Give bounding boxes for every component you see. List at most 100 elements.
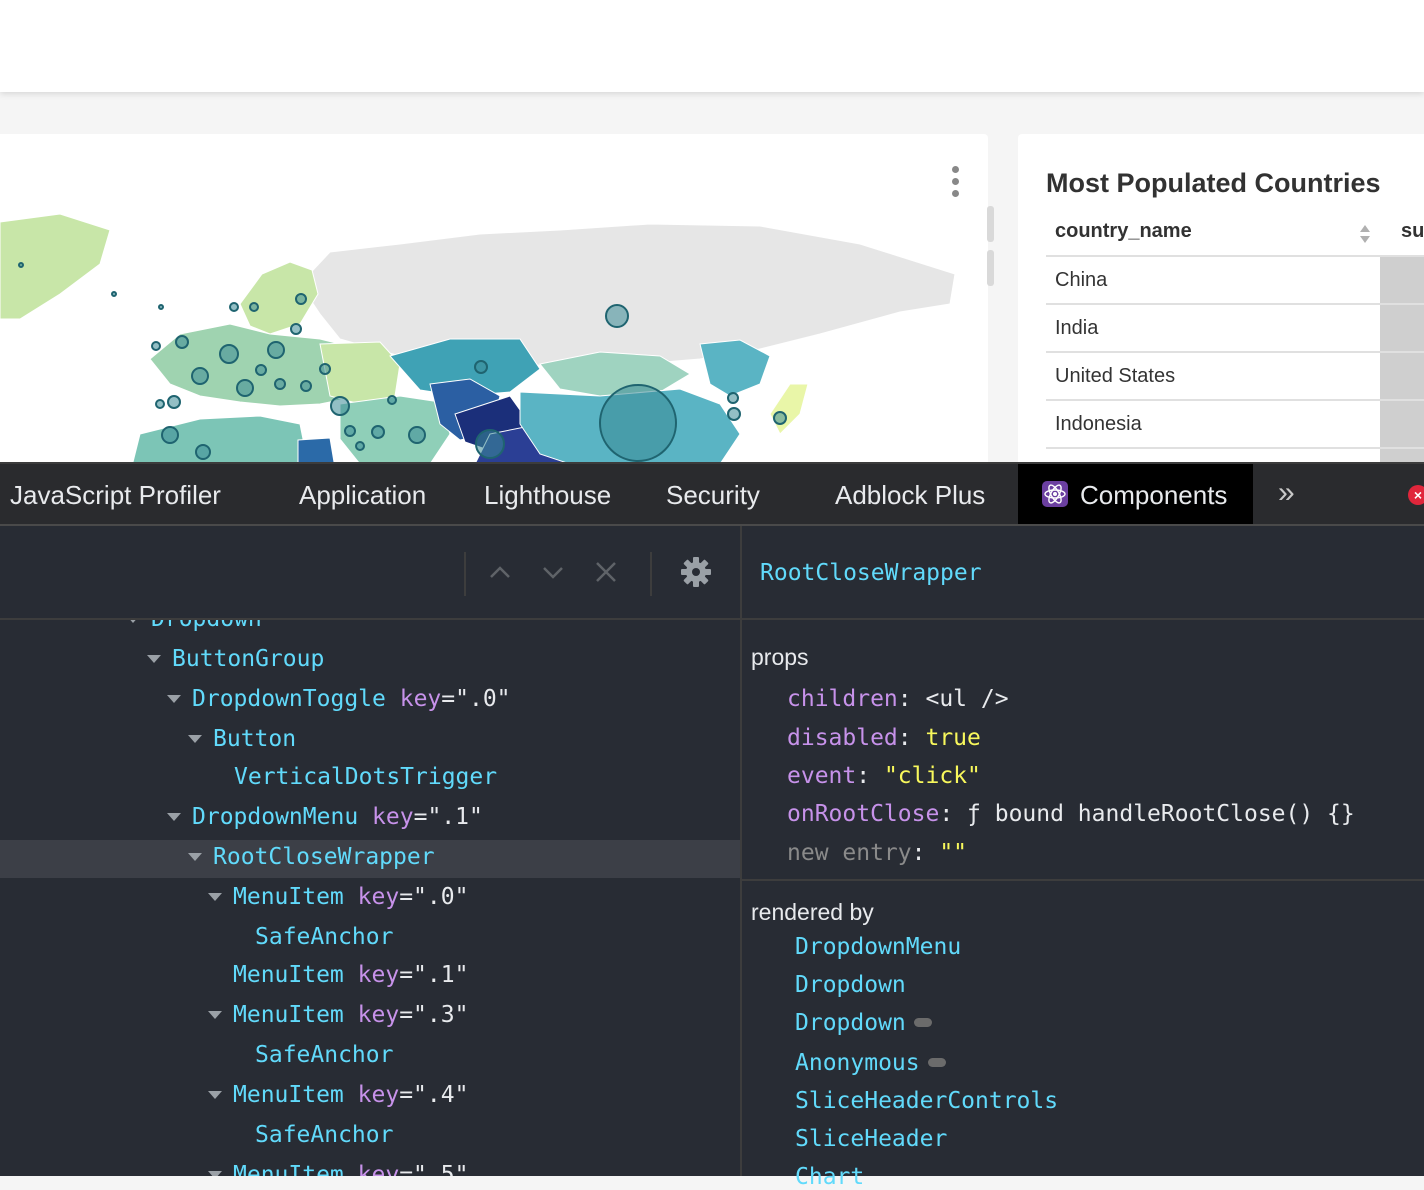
owner-link[interactable]: SliceHeader — [795, 1126, 947, 1152]
tree-node[interactable]: MenuItem key=".3" — [0, 998, 740, 1036]
resize-handle[interactable] — [987, 250, 994, 286]
close-icon[interactable] — [594, 560, 618, 584]
map-bubble — [295, 293, 307, 305]
section-divider — [742, 879, 1424, 881]
map-bubble — [175, 335, 189, 349]
map-bubble — [267, 341, 285, 359]
tree-node[interactable]: SafeAnchor — [0, 1118, 740, 1156]
map-bubble — [371, 425, 385, 439]
map-region-north-america — [0, 213, 111, 320]
tab-application[interactable]: Application — [299, 480, 426, 511]
selected-component-name: RootCloseWrapper — [760, 560, 982, 586]
column-header-country-name[interactable]: country_name — [1055, 220, 1192, 243]
prop-row[interactable]: event: "click" — [787, 763, 981, 789]
tab-javascript-profiler[interactable]: JavaScript Profiler — [10, 480, 221, 511]
owner-link[interactable]: DropdownMenu — [795, 934, 961, 960]
component-name: MenuItem key=".4" — [233, 1082, 469, 1108]
component-name: Button — [213, 726, 297, 752]
new-prop-row[interactable]: new entry: "" — [787, 840, 967, 866]
tree-node[interactable]: MenuItem key=".5" — [0, 1158, 740, 1176]
hoc-badge — [927, 1058, 946, 1067]
table-title: Most Populated Countries — [1046, 168, 1381, 198]
value-cell — [1380, 353, 1424, 399]
map-bubble — [474, 360, 488, 374]
expand-arrow-icon[interactable] — [167, 813, 181, 821]
prop-value[interactable]: true — [925, 725, 980, 751]
rendered-by-label: rendered by — [751, 899, 874, 925]
tree-node[interactable]: Button — [0, 722, 740, 760]
map-bubble — [219, 344, 239, 364]
prop-row[interactable]: onRootClose: ƒ bound handleRootClose() {… — [787, 801, 1355, 827]
devtools-tab-bar: JavaScript Profiler Application Lighthou… — [0, 464, 1424, 526]
chart-menu-icon[interactable] — [950, 166, 962, 198]
app-header — [0, 0, 1424, 92]
expand-arrow-icon[interactable] — [126, 620, 140, 623]
map-bubble — [355, 441, 365, 451]
column-header-sum[interactable]: su — [1401, 220, 1424, 243]
map-region-japan — [769, 383, 809, 435]
component-name: SafeAnchor — [255, 1122, 394, 1148]
sort-icon[interactable] — [1358, 224, 1372, 244]
map-bubble — [111, 291, 117, 297]
tree-node[interactable]: SafeAnchor — [0, 920, 740, 958]
map-bubble — [475, 429, 505, 459]
props-label: props — [751, 644, 809, 670]
country-cell: Indonesia — [1055, 413, 1142, 435]
expand-arrow-icon[interactable] — [208, 1011, 222, 1019]
expand-arrow-icon[interactable] — [147, 655, 161, 663]
owner-link[interactable]: SliceHeaderControls — [795, 1088, 1058, 1114]
tree-node[interactable]: MenuItem key=".1" — [0, 958, 740, 996]
map-bubble — [274, 378, 286, 390]
tab-adblock-plus[interactable]: Adblock Plus — [835, 480, 985, 511]
component-name: ButtonGroup — [172, 646, 325, 672]
prop-key: event — [787, 763, 857, 789]
expand-arrow-icon[interactable] — [208, 893, 222, 901]
component-tree-pane: Dropdown ButtonGroup DropdownToggle key=… — [0, 526, 740, 1176]
value-cell — [1380, 305, 1424, 351]
gear-icon[interactable] — [680, 556, 712, 588]
map-bubble — [158, 304, 164, 310]
chevron-down-icon[interactable] — [541, 562, 565, 582]
resize-handle[interactable] — [987, 206, 994, 242]
expand-arrow-icon[interactable] — [188, 735, 202, 743]
tab-security[interactable]: Security — [666, 480, 760, 511]
prop-value[interactable]: "" — [939, 840, 967, 866]
react-icon — [1042, 481, 1068, 507]
tree-node[interactable]: SafeAnchor — [0, 1038, 740, 1076]
tree-node[interactable]: Dropdown — [0, 620, 740, 640]
map-bubble — [773, 411, 787, 425]
expand-arrow-icon[interactable] — [167, 695, 181, 703]
country-cell: China — [1055, 269, 1108, 291]
prop-value: ƒ bound handleRootClose() {} — [967, 801, 1355, 827]
map-region-middle-east — [339, 395, 451, 465]
tree-node[interactable]: MenuItem key=".4" — [0, 1078, 740, 1116]
prop-key: disabled — [787, 725, 898, 751]
tree-node[interactable]: VerticalDotsTrigger — [0, 760, 740, 798]
chevron-double-right-icon[interactable]: » — [1278, 476, 1295, 510]
prop-row[interactable]: children: <ul /> — [787, 686, 1009, 712]
expand-arrow-icon[interactable] — [188, 853, 202, 861]
tree-node-selected[interactable]: RootCloseWrapper — [0, 840, 740, 878]
chevron-up-icon[interactable] — [488, 562, 512, 582]
owner-link[interactable]: Dropdown — [795, 1010, 932, 1036]
prop-row[interactable]: disabled: true — [787, 725, 981, 751]
world-map — [0, 213, 956, 474]
tree-node[interactable]: ButtonGroup — [0, 642, 740, 680]
tab-components[interactable]: Components — [1018, 464, 1254, 524]
component-name: MenuItem key=".3" — [233, 1002, 469, 1028]
prop-value[interactable]: "click" — [884, 763, 981, 789]
map-bubble — [387, 395, 397, 405]
tree-node[interactable]: DropdownToggle key=".0" — [0, 682, 740, 720]
owner-link[interactable]: Dropdown — [795, 972, 906, 998]
owner-link[interactable]: Anonymous — [795, 1050, 946, 1076]
tab-lighthouse[interactable]: Lighthouse — [484, 480, 611, 511]
tree-node[interactable]: DropdownMenu key=".1" — [0, 800, 740, 838]
country-cell: India — [1055, 317, 1099, 339]
close-icon[interactable]: × — [1408, 485, 1424, 505]
new-entry-placeholder[interactable]: new entry — [787, 840, 912, 866]
map-bubble — [330, 396, 350, 416]
world-map-chart — [0, 134, 988, 474]
expand-arrow-icon[interactable] — [208, 1091, 222, 1099]
owner-link[interactable]: Chart — [795, 1164, 864, 1190]
tree-node[interactable]: MenuItem key=".0" — [0, 880, 740, 918]
